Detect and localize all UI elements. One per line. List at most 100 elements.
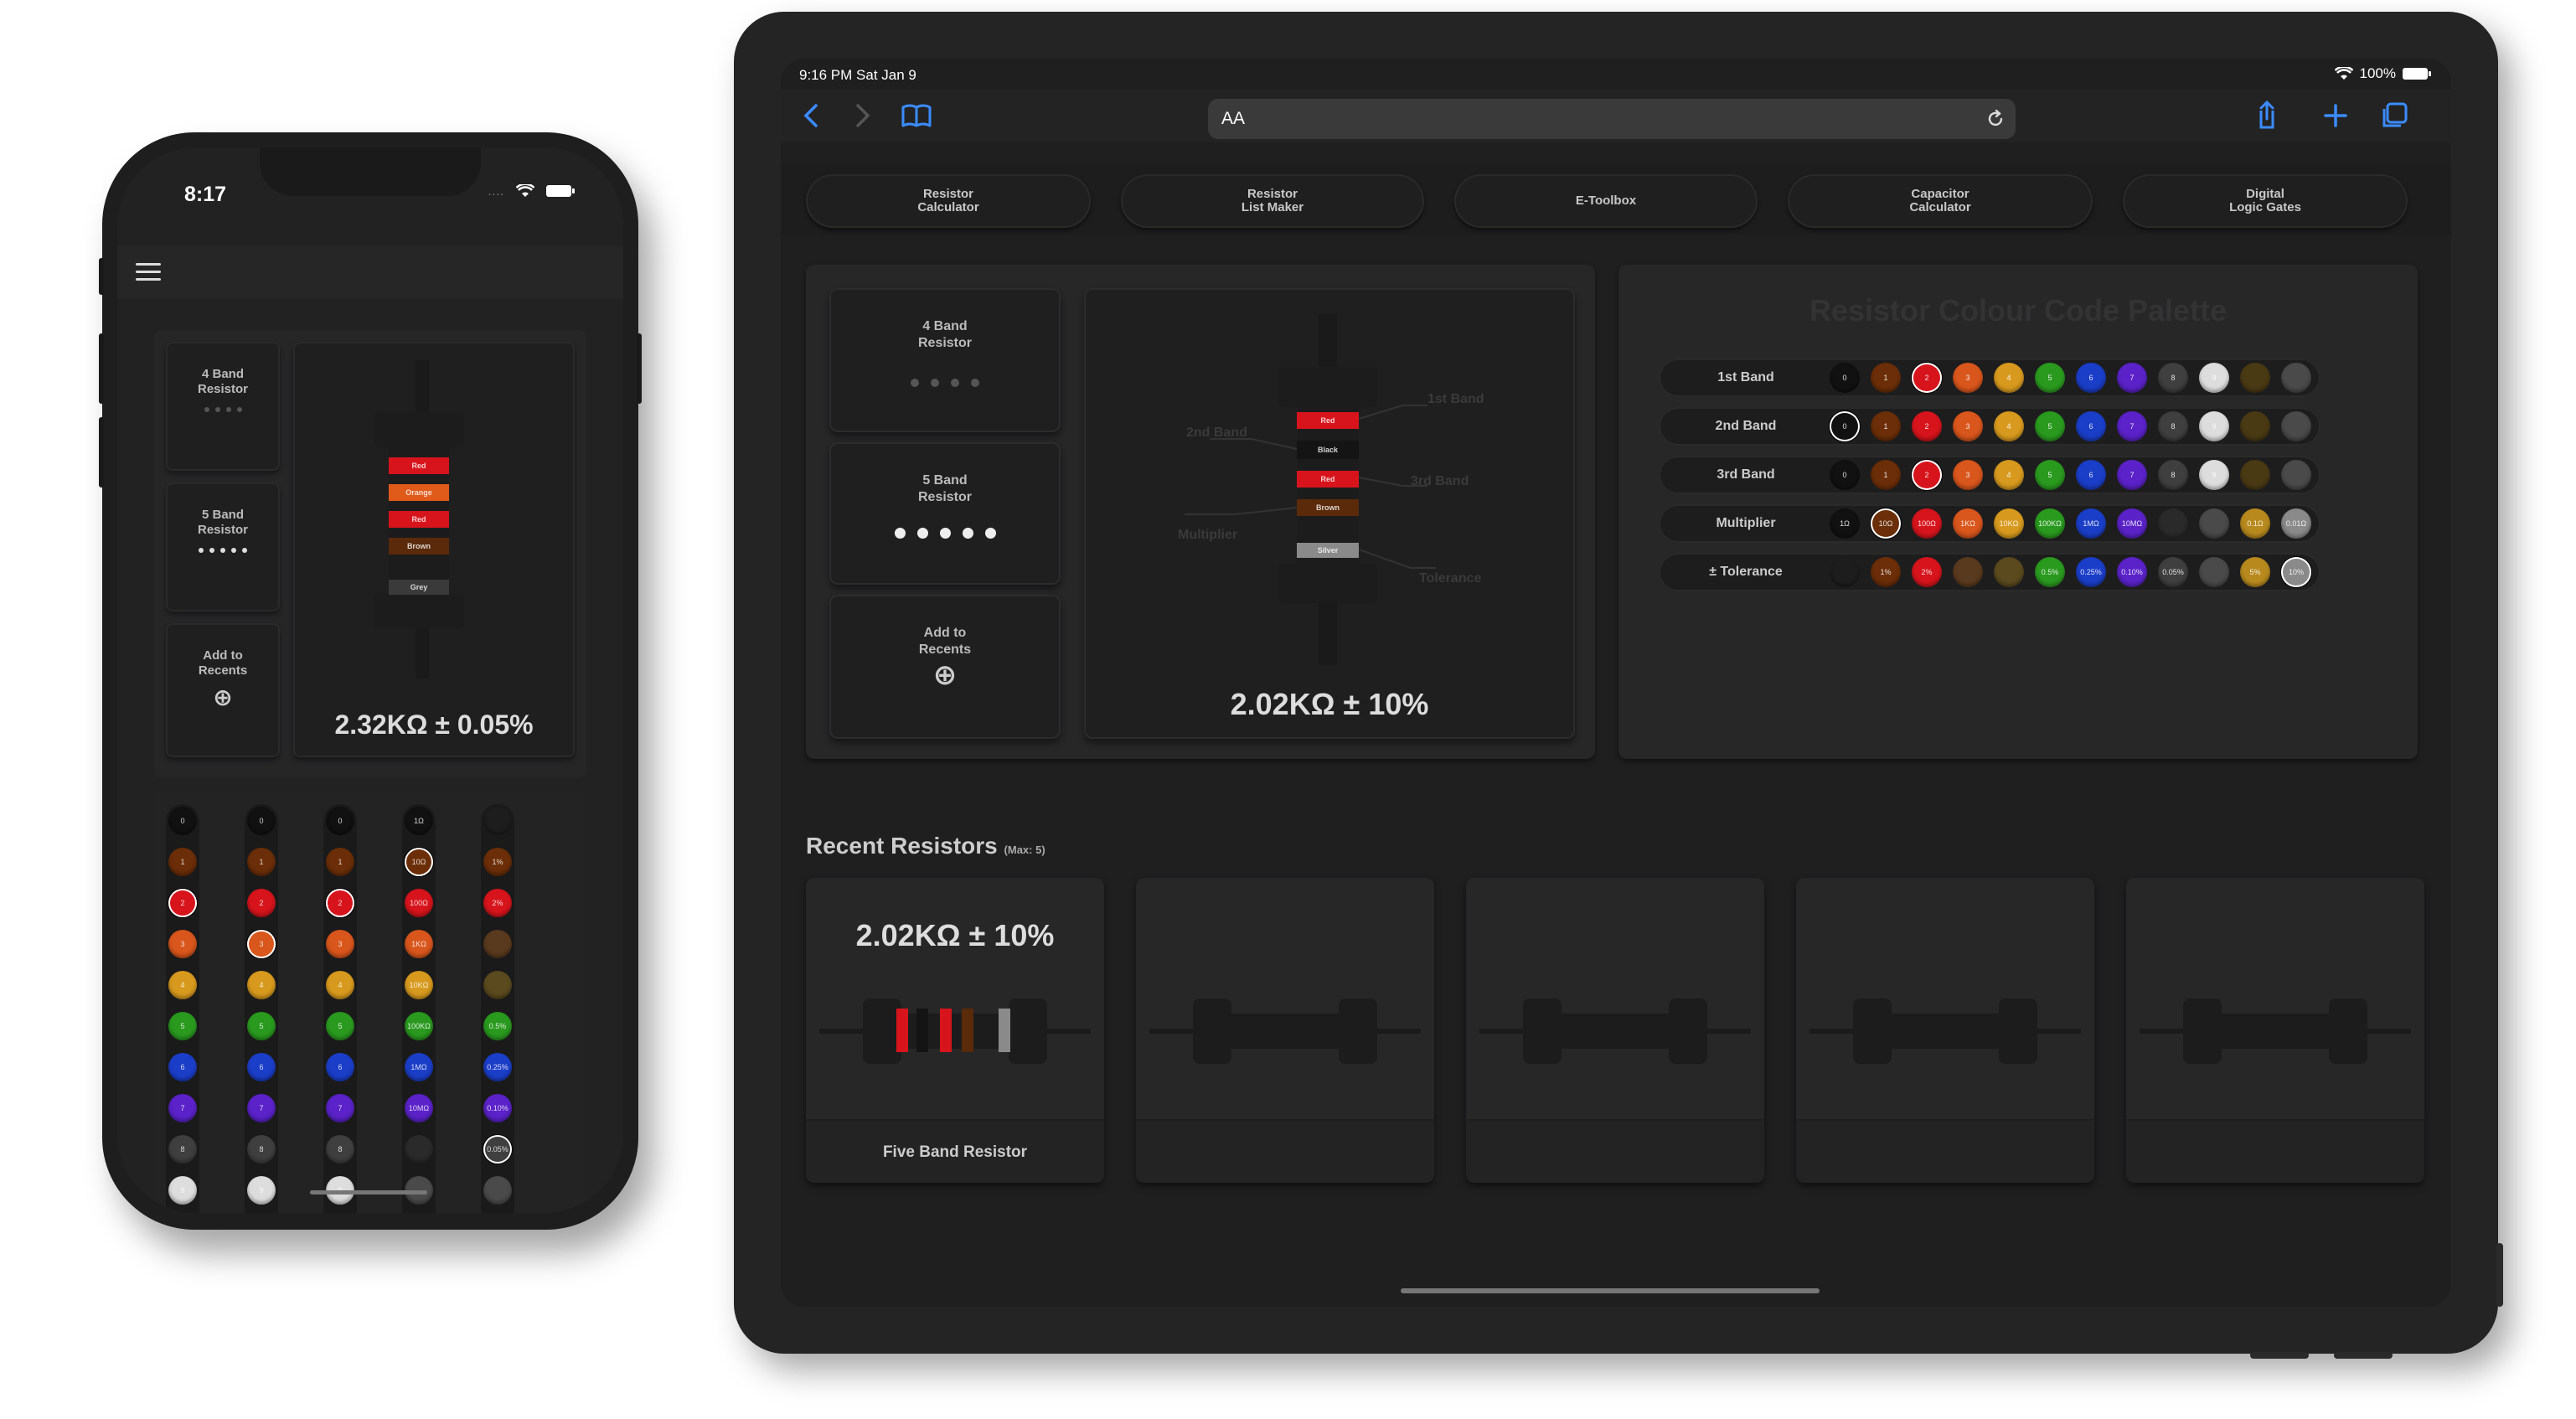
phone-colour-dot[interactable]: 10Ω bbox=[405, 848, 433, 876]
palette-colour-dot[interactable] bbox=[1953, 557, 1983, 587]
phone-colour-dot[interactable]: 5 bbox=[247, 1012, 276, 1040]
nav-resistor-list-maker[interactable]: Resistor List Maker bbox=[1121, 174, 1424, 228]
palette-colour-dot[interactable]: 1Ω bbox=[1830, 508, 1860, 539]
palette-colour-dot[interactable]: 9 bbox=[2199, 411, 2229, 441]
reader-text-size-button[interactable]: AA bbox=[1221, 109, 1245, 129]
phone-colour-dot[interactable]: 3 bbox=[326, 930, 354, 958]
phone-colour-dot[interactable]: 4 bbox=[168, 971, 197, 999]
phone-colour-dot[interactable]: 2 bbox=[326, 889, 354, 917]
phone-colour-dot[interactable]: 4 bbox=[326, 971, 354, 999]
phone-colour-dot[interactable]: 0 bbox=[326, 807, 354, 835]
palette-colour-dot[interactable]: 1 bbox=[1871, 411, 1901, 441]
palette-colour-dot[interactable]: 7 bbox=[2117, 411, 2147, 441]
palette-colour-dot[interactable]: 8 bbox=[2158, 460, 2188, 490]
palette-colour-dot[interactable]: 0.01Ω bbox=[2281, 508, 2311, 539]
palette-colour-dot[interactable] bbox=[2240, 460, 2270, 490]
palette-colour-dot[interactable]: 1KΩ bbox=[1953, 508, 1983, 539]
phone-colour-dot[interactable]: 1Ω bbox=[405, 807, 433, 835]
palette-colour-dot[interactable]: 10% bbox=[2281, 557, 2311, 587]
palette-colour-dot[interactable]: 1 bbox=[1871, 363, 1901, 393]
phone-colour-dot[interactable]: 8 bbox=[168, 1135, 197, 1164]
plus-icon[interactable] bbox=[2319, 101, 2352, 131]
phone-colour-dot[interactable]: 0.05% bbox=[483, 1135, 512, 1164]
phone-colour-dot[interactable]: 1KΩ bbox=[405, 930, 433, 958]
recent-resistor-card[interactable] bbox=[1796, 878, 2094, 1183]
palette-colour-dot[interactable]: 4 bbox=[1994, 460, 2024, 490]
hamburger-icon[interactable] bbox=[136, 263, 161, 281]
palette-colour-dot[interactable]: 1 bbox=[1871, 460, 1901, 490]
palette-colour-dot[interactable] bbox=[2281, 363, 2311, 393]
palette-colour-dot[interactable] bbox=[2281, 460, 2311, 490]
phone-colour-dot[interactable]: 1 bbox=[168, 848, 197, 876]
four-band-button[interactable]: 4 Band Resistor bbox=[166, 342, 280, 471]
nav-e-toolbox[interactable]: E-Toolbox bbox=[1454, 174, 1758, 228]
palette-colour-dot[interactable]: 1MΩ bbox=[2076, 508, 2106, 539]
palette-colour-dot[interactable]: 1% bbox=[1871, 557, 1901, 587]
palette-colour-dot[interactable]: 2 bbox=[1912, 460, 1942, 490]
palette-colour-dot[interactable]: 0 bbox=[1830, 363, 1860, 393]
phone-colour-dot[interactable] bbox=[483, 1176, 512, 1205]
palette-colour-dot[interactable]: 9 bbox=[2199, 363, 2229, 393]
palette-colour-dot[interactable]: 6 bbox=[2076, 460, 2106, 490]
add-to-recents-button[interactable]: Add to Recents ⊕ bbox=[829, 595, 1061, 739]
palette-colour-dot[interactable]: 10KΩ bbox=[1994, 508, 2024, 539]
palette-colour-dot[interactable]: 5 bbox=[2035, 363, 2065, 393]
phone-colour-dot[interactable]: 6 bbox=[168, 1053, 197, 1081]
palette-colour-dot[interactable]: 0 bbox=[1830, 411, 1860, 441]
phone-colour-dot[interactable]: 10KΩ bbox=[405, 971, 433, 999]
phone-colour-dot[interactable]: 5 bbox=[326, 1012, 354, 1040]
reload-icon[interactable] bbox=[1985, 109, 2006, 129]
palette-colour-dot[interactable]: 0.1Ω bbox=[2240, 508, 2270, 539]
palette-colour-dot[interactable]: 2 bbox=[1912, 363, 1942, 393]
phone-colour-dot[interactable]: 9 bbox=[247, 1176, 276, 1205]
address-bar[interactable]: AA bbox=[1208, 99, 2016, 139]
palette-colour-dot[interactable]: 3 bbox=[1953, 460, 1983, 490]
palette-colour-dot[interactable]: 0 bbox=[1830, 460, 1860, 490]
palette-colour-dot[interactable]: 10Ω bbox=[1871, 508, 1901, 539]
five-band-button[interactable]: 5 Band Resistor bbox=[166, 482, 280, 611]
phone-colour-dot[interactable]: 7 bbox=[168, 1094, 197, 1122]
palette-colour-dot[interactable]: 2 bbox=[1912, 411, 1942, 441]
five-band-button[interactable]: 5 Band Resistor bbox=[829, 442, 1061, 585]
palette-colour-dot[interactable]: 0.10% bbox=[2117, 557, 2147, 587]
phone-colour-dot[interactable]: 2 bbox=[168, 889, 197, 917]
phone-colour-dot[interactable]: 9 bbox=[168, 1176, 197, 1205]
forward-icon[interactable] bbox=[844, 101, 878, 131]
phone-colour-dot[interactable]: 5 bbox=[168, 1012, 197, 1040]
recent-resistor-card[interactable] bbox=[1136, 878, 1434, 1183]
palette-colour-dot[interactable]: 2% bbox=[1912, 557, 1942, 587]
palette-colour-dot[interactable]: 0.5% bbox=[2035, 557, 2065, 587]
four-band-button[interactable]: 4 Band Resistor bbox=[829, 288, 1061, 432]
palette-colour-dot[interactable]: 7 bbox=[2117, 460, 2147, 490]
share-icon[interactable] bbox=[2250, 101, 2284, 131]
phone-colour-dot[interactable]: 7 bbox=[326, 1094, 354, 1122]
palette-colour-dot[interactable] bbox=[2240, 411, 2270, 441]
phone-colour-dot[interactable]: 2% bbox=[483, 889, 512, 917]
phone-colour-dot[interactable]: 1MΩ bbox=[405, 1053, 433, 1081]
phone-colour-dot[interactable]: 100Ω bbox=[405, 889, 433, 917]
palette-colour-dot[interactable] bbox=[2158, 508, 2188, 539]
nav-capacitor-calculator[interactable]: Capacitor Calculator bbox=[1788, 174, 2093, 228]
palette-colour-dot[interactable]: 9 bbox=[2199, 460, 2229, 490]
recent-resistor-card[interactable] bbox=[2126, 878, 2424, 1183]
recent-resistor-card[interactable] bbox=[1466, 878, 1764, 1183]
phone-colour-dot[interactable] bbox=[483, 971, 512, 999]
phone-colour-dot[interactable]: 7 bbox=[247, 1094, 276, 1122]
phone-colour-dot[interactable]: 3 bbox=[168, 930, 197, 958]
palette-colour-dot[interactable]: 6 bbox=[2076, 411, 2106, 441]
add-to-recents-button[interactable]: Add to Recents ⊕ bbox=[166, 623, 280, 757]
palette-colour-dot[interactable] bbox=[1830, 557, 1860, 587]
palette-colour-dot[interactable]: 100Ω bbox=[1912, 508, 1942, 539]
palette-colour-dot[interactable]: 8 bbox=[2158, 363, 2188, 393]
palette-colour-dot[interactable]: 0.05% bbox=[2158, 557, 2188, 587]
phone-colour-dot[interactable]: 8 bbox=[247, 1135, 276, 1164]
palette-colour-dot[interactable]: 3 bbox=[1953, 363, 1983, 393]
palette-colour-dot[interactable] bbox=[2199, 508, 2229, 539]
phone-colour-dot[interactable]: 1 bbox=[326, 848, 354, 876]
phone-colour-dot[interactable]: 0.5% bbox=[483, 1012, 512, 1040]
palette-colour-dot[interactable]: 7 bbox=[2117, 363, 2147, 393]
phone-colour-dot[interactable]: 6 bbox=[247, 1053, 276, 1081]
phone-colour-dot[interactable]: 100KΩ bbox=[405, 1012, 433, 1040]
phone-colour-dot[interactable]: 3 bbox=[247, 930, 276, 958]
phone-colour-dot[interactable]: 0.10% bbox=[483, 1094, 512, 1122]
